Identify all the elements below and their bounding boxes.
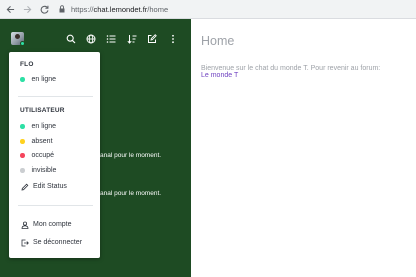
status-busy-item[interactable]: occupé xyxy=(20,150,95,161)
status-label: absent xyxy=(31,138,53,145)
view-mode-button[interactable] xyxy=(104,32,117,45)
edit-status-item[interactable]: Edit Status xyxy=(20,181,95,192)
status-heading: UTILISATEUR xyxy=(20,107,65,114)
url-path: /home xyxy=(147,4,169,14)
user-menu: FLO en ligne UTILISATEUR en ligne absent… xyxy=(9,52,100,258)
list-icon xyxy=(106,34,115,43)
status-label: invisible xyxy=(31,167,57,174)
more-options-button[interactable] xyxy=(166,32,179,45)
edit-icon xyxy=(147,33,157,43)
url-host: chat.lemondet.fr xyxy=(93,4,148,14)
search-icon xyxy=(66,34,75,43)
address-bar[interactable]: https://chat.lemondet.fr/home xyxy=(57,2,412,17)
status-online-item[interactable]: en ligne xyxy=(20,121,95,132)
arrow-left-icon xyxy=(6,5,14,13)
sidebar-empty-text: anal pour le moment. xyxy=(100,152,162,159)
browser-toolbar: https://chat.lemondet.fr/home xyxy=(0,0,416,19)
status-online-dot xyxy=(20,124,25,129)
more-vertical-icon xyxy=(171,34,174,43)
sort-button[interactable] xyxy=(125,32,138,45)
main-content: Home Bienvenue sur le chat du monde T. P… xyxy=(191,19,416,277)
status-label: occupé xyxy=(31,152,55,159)
globe-icon xyxy=(86,34,95,43)
arrow-right-icon xyxy=(23,5,31,13)
back-button[interactable] xyxy=(3,2,17,16)
status-label: en ligne xyxy=(31,123,57,130)
forward-button[interactable] xyxy=(20,2,34,16)
reload-icon xyxy=(40,5,48,14)
my-account-label: Mon compte xyxy=(33,221,72,228)
reload-button[interactable] xyxy=(37,2,51,16)
sort-icon xyxy=(126,34,136,44)
create-new-button[interactable] xyxy=(145,32,158,45)
logout-label: Se déconnecter xyxy=(33,239,83,246)
menu-divider xyxy=(18,96,93,97)
page-title: Home xyxy=(201,34,235,48)
my-account-item[interactable]: Mon compte xyxy=(20,219,95,230)
status-invisible-item[interactable]: invisible xyxy=(20,165,95,176)
user-name-heading: FLO xyxy=(20,61,34,68)
sidebar-empty-text: anal pour le moment. xyxy=(100,190,162,197)
status-away-item[interactable]: absent xyxy=(20,136,95,147)
logout-item[interactable]: Se déconnecter xyxy=(20,237,95,248)
forum-link[interactable]: Le monde T xyxy=(201,71,238,81)
status-away-dot xyxy=(20,139,25,144)
status-busy-dot xyxy=(20,153,25,158)
url-scheme: https:// xyxy=(71,4,94,14)
pencil-icon xyxy=(20,182,29,191)
user-icon xyxy=(20,220,29,229)
menu-divider xyxy=(18,205,93,206)
directory-button[interactable] xyxy=(84,32,97,45)
lock-icon xyxy=(57,5,67,13)
status-invisible-dot xyxy=(20,168,25,173)
current-status-label: en ligne xyxy=(31,76,57,83)
status-online-dot xyxy=(20,77,25,82)
current-status: en ligne xyxy=(20,74,95,85)
edit-status-label: Edit Status xyxy=(33,183,67,190)
online-status-dot xyxy=(20,41,25,46)
logout-icon xyxy=(20,238,29,247)
search-button[interactable] xyxy=(64,32,77,45)
